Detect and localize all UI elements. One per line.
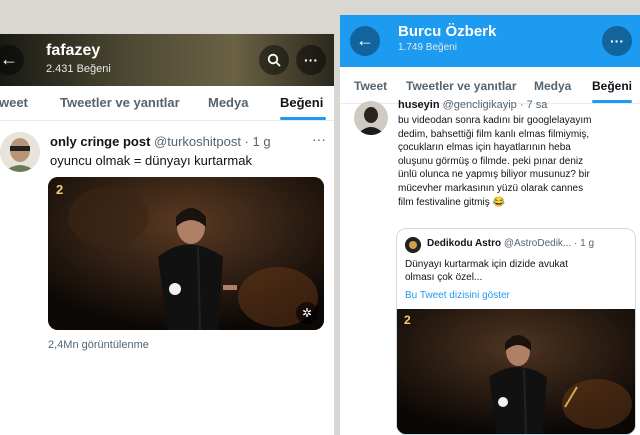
author-handle[interactable]: @turkoshitpost · 1 g	[154, 134, 271, 149]
quote-author-handle: @AstroDedik... · 1 g	[503, 238, 595, 249]
quote-line: olması çok özel...	[405, 272, 483, 283]
tweet-line: dedim, bahsettiği film kanlı elmas filmi…	[398, 128, 590, 140]
channel-logo: 2	[404, 313, 411, 327]
author-name[interactable]: huseyin	[398, 99, 440, 111]
arrow-left-icon[interactable]: ←	[350, 26, 380, 56]
quote-avatar	[405, 237, 421, 253]
tab-likes[interactable]: Beğeni	[592, 67, 632, 101]
tweet-line: film festivaline gitmiş 😂	[398, 196, 505, 208]
tab-tweet[interactable]: Tweet	[354, 67, 387, 101]
tab-media[interactable]: Medya	[208, 86, 248, 120]
right-profile-screenshot: ← Burcu Özberk 1.749 Beğeni ··· Tweet Tw…	[340, 15, 640, 435]
more-icon[interactable]: ···	[296, 45, 326, 75]
arrow-left-icon[interactable]: ←	[0, 45, 24, 75]
author-handle[interactable]: @gencligikayip · 7 sa	[443, 99, 548, 111]
profile-name: fafazey	[46, 42, 101, 59]
quote-line: Dünyayı kurtarmak için dizide avukat	[405, 259, 568, 270]
tweet-video[interactable]: 2 ✲	[48, 177, 324, 330]
likes-count: 1.749 Beğeni	[398, 42, 457, 53]
quote-author: Dedikodu Astro @AstroDedik... · 1 g	[427, 238, 594, 249]
tab-tweet[interactable]: Tweet	[0, 86, 28, 120]
avatar[interactable]	[0, 132, 40, 172]
view-count: 2,4Mn görüntülenme	[48, 339, 149, 351]
tab-likes[interactable]: Beğeni	[280, 86, 323, 120]
left-profile-screenshot: ← fafazey 2.431 Beğeni ··· Tweet Tweetle…	[0, 34, 334, 435]
tweet-line: mücevher markasının yüzü olarak cannes	[398, 182, 584, 194]
active-tab-indicator	[280, 117, 326, 120]
tweet-line: bu videodan sonra kadını bir googlelayay…	[398, 115, 592, 126]
tweet-text: bu videodan sonra kadını bir googlelayay…	[398, 114, 634, 209]
tweet-line: oluşunu görmüş o filmde. peki pınar deni…	[398, 155, 584, 167]
channel-logo: 2	[56, 182, 64, 197]
tab-media[interactable]: Medya	[534, 67, 571, 101]
tweet-text: oyuncu olmak = dünyayı kurtarmak	[50, 153, 252, 168]
tab-tweets-and-replies[interactable]: Tweetler ve yanıtlar	[406, 67, 517, 101]
profile-tabs: Tweet Tweetler ve yanıtlar Medya Beğeni	[0, 86, 334, 121]
profile-header: ← fafazey 2.431 Beğeni ···	[0, 34, 334, 86]
quoted-tweet[interactable]: Dedikodu Astro @AstroDedik... · 1 g Düny…	[396, 228, 636, 435]
settings-icon[interactable]: ✲	[296, 302, 318, 324]
search-icon[interactable]	[259, 45, 289, 75]
likes-count: 2.431 Beğeni	[46, 63, 111, 75]
active-tab-indicator	[592, 100, 632, 103]
tab-tweets-and-replies[interactable]: Tweetler ve yanıtlar	[60, 86, 180, 120]
profile-header: ← Burcu Özberk 1.749 Beğeni ···	[340, 15, 640, 67]
more-icon[interactable]: ···	[602, 26, 632, 56]
show-thread-link[interactable]: Bu Tweet dizisini göster	[405, 290, 510, 301]
quote-text: Dünyayı kurtarmak için dizide avukat olm…	[405, 258, 568, 284]
quote-author-name: Dedikodu Astro	[427, 238, 502, 249]
tweet-line: çocukların elmas için hayatlarının heba	[398, 142, 571, 154]
avatar[interactable]	[354, 101, 388, 135]
tweet-author: only cringe post @turkoshitpost · 1 g	[50, 134, 271, 149]
tweet-more-icon[interactable]: ···	[312, 131, 326, 147]
author-name[interactable]: only cringe post	[50, 134, 150, 149]
profile-name: Burcu Özberk	[398, 23, 497, 40]
tweet-line: ünlü olunca ne yapmış biliyor musunuz? b…	[398, 169, 590, 181]
tweet-author: huseyin @gencligikayip · 7 sa	[398, 99, 547, 111]
quote-video[interactable]: 2	[397, 309, 635, 434]
